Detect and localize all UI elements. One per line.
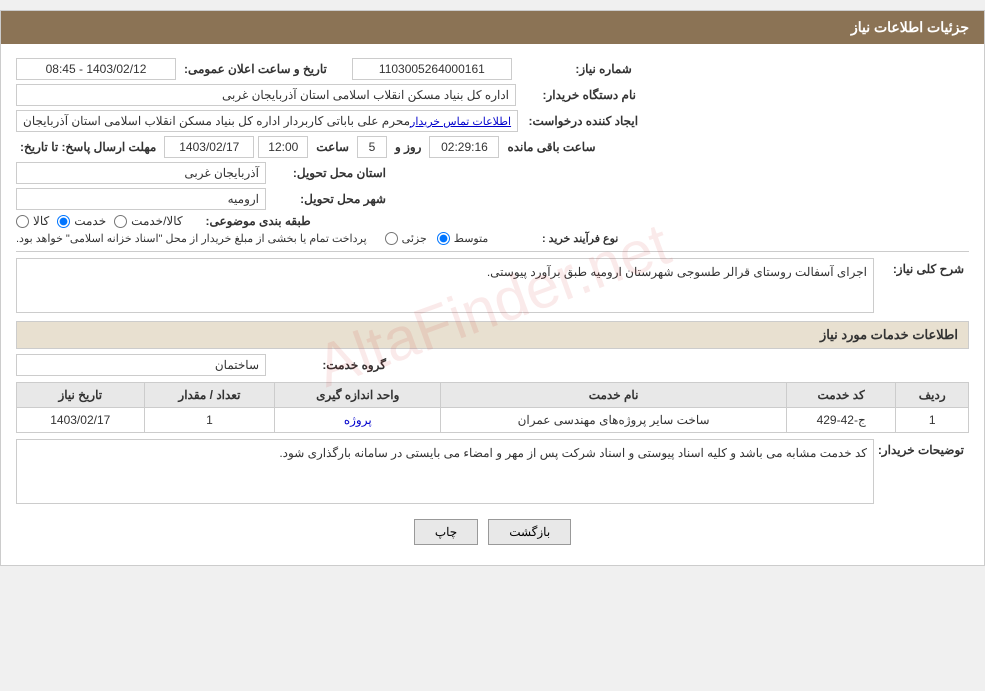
nam-dastgah-value: اداره کل بنیاد مسکن انقلاب اسلامی استان …: [16, 84, 516, 106]
nooe-farayand-text: پرداخت تمام یا بخشی از مبلغ خریدار از مح…: [16, 232, 367, 245]
ittilaat-tamas-link[interactable]: اطلاعات تماس خریدار: [410, 115, 511, 128]
services-table: ردیف کد خدمت نام خدمت واحد اندازه گیری ت…: [16, 382, 969, 433]
ostan-label: استان محل تحویل:: [266, 166, 386, 180]
col-tarikh: تاریخ نیاز: [17, 383, 145, 408]
buyer-desc-label: توضیحات خریدار:: [874, 439, 964, 457]
col-nam: نام خدمت: [441, 383, 787, 408]
mohlat-date-value: 1403/02/17: [164, 136, 254, 158]
khadamat-section-title: اطلاعات خدمات مورد نیاز: [16, 321, 969, 349]
mohlat-rooz-label: روز و: [395, 140, 422, 154]
col-vahed: واحد اندازه گیری: [275, 383, 441, 408]
divider1: [16, 251, 969, 252]
cell-vahed: پروژه: [275, 408, 441, 433]
sharh-koli-row: شرح کلی نیاز: اجرای آسفالت روستای قرالر …: [16, 258, 969, 313]
print-button[interactable]: چاپ: [414, 519, 478, 545]
tarikh-label: تاریخ و ساعت اعلان عمومی:: [184, 62, 327, 76]
tabaqe-row: طبقه بندی موضوعی: کالا/خدمت خدمت کالا: [16, 214, 969, 228]
ostan-row: استان محل تحویل: آذربایجان غربی: [16, 162, 969, 184]
nooe-farayand-row: نوع فرآیند خرید : متوسط جزئی پرداخت تمام…: [16, 232, 969, 245]
sharh-koli-content: اجرای آسفالت روستای قرالر طسوجی شهرستان …: [16, 258, 874, 313]
sharh-koli-label: شرح کلی نیاز:: [874, 258, 964, 276]
tabaqe-khadmat-label: خدمت: [74, 214, 106, 228]
nam-dastgah-row: نام دستگاه خریدار: اداره کل بنیاد مسکن ا…: [16, 84, 969, 106]
ijad-konande-text: محرم علی باباتی کاربردار اداره کل بنیاد …: [23, 114, 410, 128]
tabaqe-khadmat-radio[interactable]: [57, 215, 70, 228]
cell-nam: ساخت سایر پروژه‌های مهندسی عمران: [441, 408, 787, 433]
tabaqe-kala-khadmat-radio[interactable]: [114, 215, 127, 228]
nooe-motavaset-radio[interactable]: [437, 232, 450, 245]
mohlat-rooz-value: 5: [357, 136, 387, 158]
tabaqe-label: طبقه بندی موضوعی:: [191, 214, 311, 228]
tabaqe-kala-label: کالا: [33, 214, 49, 228]
tabaqe-khadmat-group: خدمت: [57, 214, 106, 228]
col-kod: کد خدمت: [786, 383, 895, 408]
gorooh-khadmat-label: گروه خدمت:: [266, 358, 386, 372]
nooe-motavaset-label: متوسط: [454, 232, 489, 245]
tarikh-value: 1403/02/12 - 08:45: [16, 58, 176, 80]
nooe-motavaset-group: متوسط: [437, 232, 489, 245]
nam-dastgah-label: نام دستگاه خریدار:: [516, 88, 636, 102]
ijad-konande-label: ایجاد کننده درخواست:: [518, 114, 638, 128]
cell-tedad: 1: [144, 408, 275, 433]
tabaqe-kala-khadmat-group: کالا/خدمت: [114, 214, 182, 228]
shahr-label: شهر محل تحویل:: [266, 192, 386, 206]
cell-radif: 1: [896, 408, 969, 433]
nooe-jozii-label: جزئی: [402, 232, 427, 245]
gorooh-khadmat-value: ساختمان: [16, 354, 266, 376]
shomara-niaz-label: شماره نیاز:: [512, 62, 632, 76]
mohlat-row: ساعت باقی مانده 02:29:16 روز و 5 ساعت 12…: [16, 136, 969, 158]
ijad-konande-value-box: اطلاعات تماس خریدار محرم علی باباتی کارب…: [16, 110, 518, 132]
buttons-row: بازگشت چاپ: [16, 519, 969, 545]
sharh-koli-value: اجرای آسفالت روستای قرالر طسوجی شهرستان …: [16, 258, 874, 313]
tabaqe-kala-group: کالا: [16, 214, 49, 228]
shahr-row: شهر محل تحویل: ارومیه: [16, 188, 969, 210]
ijad-konande-row: ایجاد کننده درخواست: اطلاعات تماس خریدار…: [16, 110, 969, 132]
mohlat-saat-value: 12:00: [258, 136, 308, 158]
back-button[interactable]: بازگشت: [488, 519, 571, 545]
table-row: 1 ج-42-429 ساخت سایر پروژه‌های مهندسی عم…: [17, 408, 969, 433]
mohlat-main-label: مهلت ارسال پاسخ: تا تاریخ:: [20, 140, 156, 154]
ostan-value: آذربایجان غربی: [16, 162, 266, 184]
nooe-farayand-label: نوع فرآیند خرید :: [498, 232, 618, 245]
col-tedad: تعداد / مقدار: [144, 383, 275, 408]
buyer-desc-value: کد خدمت مشابه می باشد و کلیه اسناد پیوست…: [16, 439, 874, 504]
table-header-row: ردیف کد خدمت نام خدمت واحد اندازه گیری ت…: [17, 383, 969, 408]
tabaqe-kala-khadmat-label: کالا/خدمت: [131, 214, 182, 228]
shomara-niaz-row: شماره نیاز: 1103005264000161 تاریخ و ساع…: [16, 58, 969, 80]
shomara-niaz-value: 1103005264000161: [352, 58, 512, 80]
cell-tarikh: 1403/02/17: [17, 408, 145, 433]
cell-kod: ج-42-429: [786, 408, 895, 433]
col-radif: ردیف: [896, 383, 969, 408]
tabaqe-kala-radio[interactable]: [16, 215, 29, 228]
shahr-value: ارومیه: [16, 188, 266, 210]
mohlat-mande-value: 02:29:16: [429, 136, 499, 158]
nooe-jozii-group: جزئی: [385, 232, 427, 245]
mohlat-mande-label: ساعت باقی مانده: [507, 140, 595, 154]
page-header: جزئیات اطلاعات نیاز: [1, 11, 984, 44]
mohlat-saat-label: ساعت: [316, 140, 349, 154]
page-title: جزئیات اطلاعات نیاز: [851, 19, 969, 35]
buyer-desc-content: کد خدمت مشابه می باشد و کلیه اسناد پیوست…: [16, 439, 874, 504]
buyer-desc-row: توضیحات خریدار: کد خدمت مشابه می باشد و …: [16, 439, 969, 504]
nooe-jozii-radio[interactable]: [385, 232, 398, 245]
gorooh-khadmat-row: گروه خدمت: ساختمان: [16, 354, 969, 376]
